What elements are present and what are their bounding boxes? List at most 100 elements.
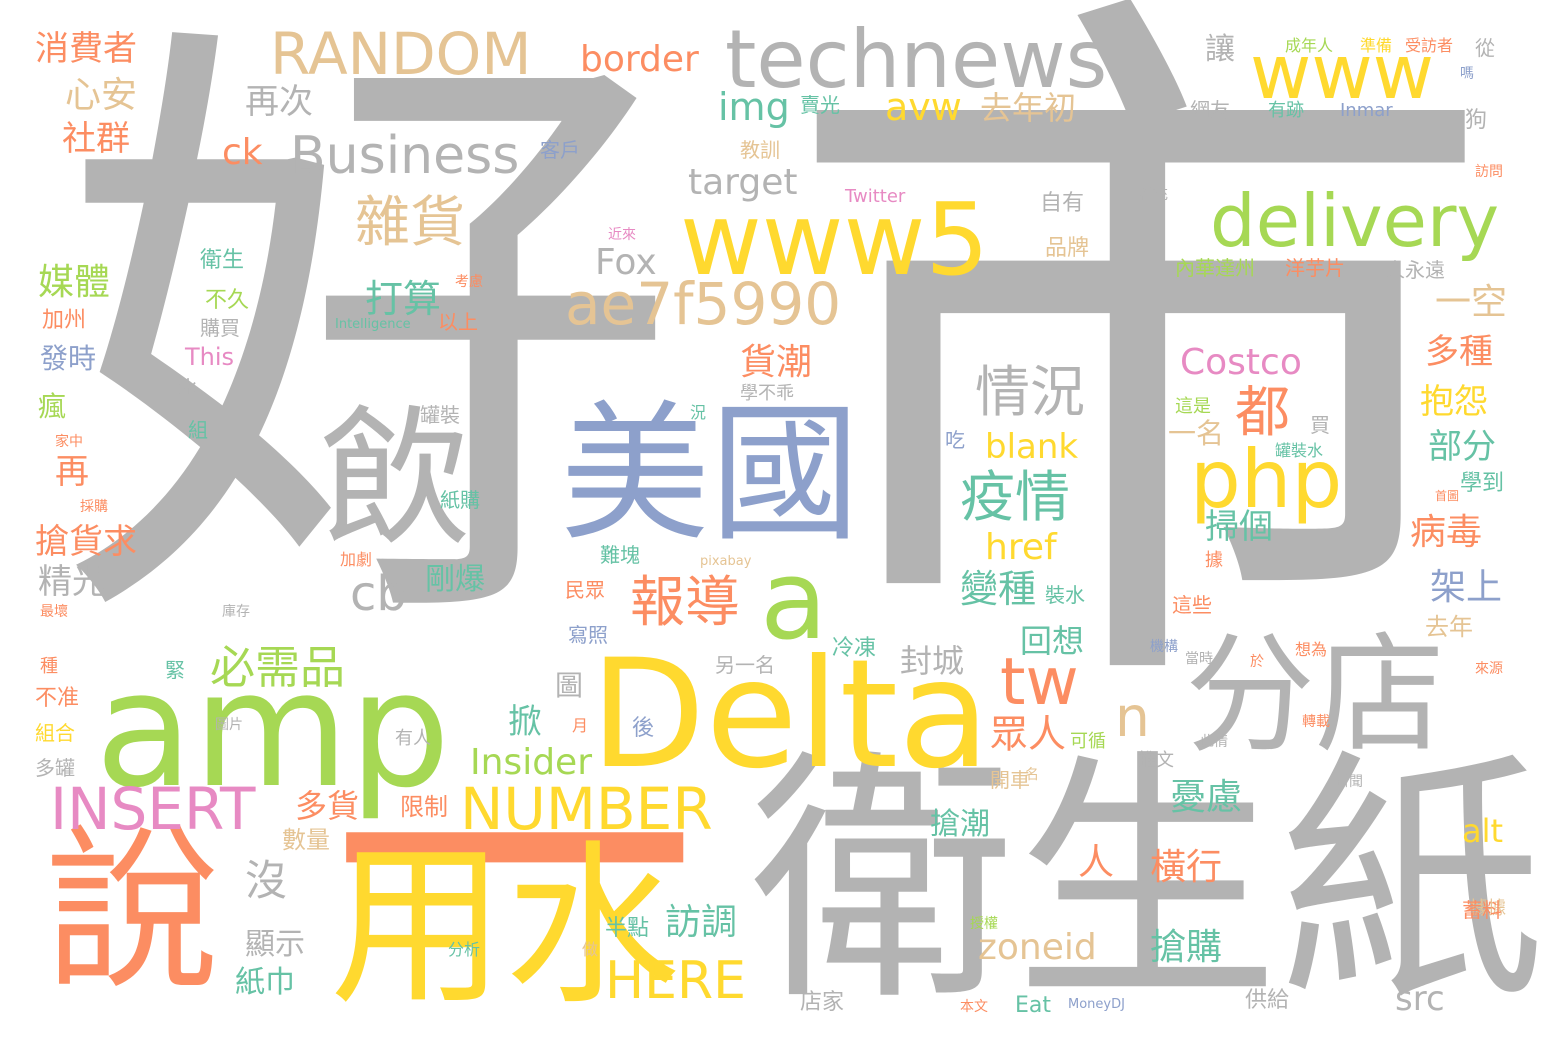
word-chips: 洋芋片 — [1285, 256, 1345, 280]
word-combo: 組合 — [35, 721, 75, 745]
word-forever: 人永遠 — [1385, 258, 1445, 282]
word-tight: 緊 — [165, 658, 185, 682]
word-intensify: 加劇 — [340, 550, 373, 569]
word-a-person: 一名 — [1168, 417, 1225, 450]
word-just-broke: 剛爆 — [425, 562, 485, 597]
word-usa: 美國 — [560, 388, 861, 562]
word-then: 當時 — [1185, 651, 1213, 667]
word-hygiene: 衛生 — [200, 248, 245, 273]
word-shelf: 架上 — [1430, 567, 1503, 608]
word-a: a — [760, 536, 828, 664]
word-drive: 開車 — [990, 768, 1030, 792]
word-plan: 打算 — [365, 277, 442, 321]
word-repost: 轉載 — [1302, 714, 1330, 730]
word-supply: 供給 — [1245, 988, 1290, 1013]
word-water-single: 水 — [178, 376, 198, 400]
word-all-gone: 精光 — [38, 562, 106, 602]
word-empty: 一空 — [1435, 282, 1508, 323]
word-re: 再 — [55, 452, 89, 492]
word-insider: Insider — [470, 742, 592, 783]
word-say: 說 — [45, 811, 220, 1014]
word-multi-can: 多罐 — [35, 756, 75, 780]
word-picture: 圖片 — [215, 717, 243, 733]
word-kind: 種 — [40, 656, 58, 677]
word-procure: 採購 — [80, 499, 108, 515]
word-sweep: 掃個 — [1205, 507, 1273, 547]
word-consumer: 消費者 — [35, 29, 137, 69]
word-this-is: 這是 — [1175, 396, 1211, 417]
word-zoneid: zoneid — [978, 927, 1097, 968]
word-adult: 成年人 — [1285, 36, 1334, 55]
word-canned-water: 罐裝水 — [1275, 441, 1324, 460]
word-at: 於 — [1250, 654, 1264, 670]
word-crazy: 瘋 — [38, 390, 67, 423]
word-do: 做 — [582, 940, 599, 959]
word-this: This — [185, 343, 235, 371]
word-learned: 學到 — [1460, 471, 1505, 496]
word-someone: 有人 — [395, 728, 431, 749]
word-target: target — [688, 162, 798, 203]
word-canned: 罐裝 — [420, 403, 460, 427]
word-various: 多種 — [1425, 332, 1493, 372]
word-show: 顯示 — [245, 927, 305, 962]
word-media: 媒體 — [38, 262, 111, 303]
word-grocery: 雜貨 — [355, 190, 466, 254]
word-dog: 狗 — [1465, 108, 1488, 133]
word-costco: Costco — [1180, 342, 1302, 383]
word-worst: 最壞 — [40, 604, 68, 620]
word-cloud: 好 市 衛生紙 一 美國 Delta amp 用水 說 飲 www5 分店 te… — [0, 0, 1548, 1052]
word-ae7f5990: ae7f5990 — [565, 270, 842, 338]
word-news: 新聞 — [1335, 774, 1363, 790]
word-kuang: 況 — [690, 403, 707, 422]
word-own: 自有 — [1040, 191, 1085, 216]
word-cb: cb — [350, 566, 407, 622]
word-visit: 訪問 — [1475, 164, 1503, 180]
word-public: 民眾 — [565, 578, 605, 602]
word-person: 人 — [1078, 842, 1115, 883]
word-panic-buy: 搶購 — [1150, 927, 1223, 968]
word-random: RANDOM — [270, 20, 532, 88]
word-brand: 品牌 — [1045, 236, 1090, 261]
word-cover-image: 首圖 — [1435, 489, 1460, 503]
word-limit: 限制 — [400, 793, 448, 821]
word-part: 部分 — [1428, 427, 1496, 467]
word-netizen: 網友 — [1190, 98, 1230, 122]
word-drink: 飲 — [320, 393, 471, 567]
word-water-fill: 裝水 — [1045, 583, 1085, 607]
word-delivery: delivery — [1210, 179, 1500, 263]
word-rush-wave: 搶潮 — [930, 807, 990, 842]
word-href: href — [985, 527, 1057, 568]
word-question: 嗎 — [1460, 66, 1474, 82]
word-tu: 圖 — [555, 669, 584, 702]
word-portrait: 寫照 — [568, 623, 608, 647]
word-again: 再次 — [245, 82, 313, 122]
word-eat: 吃 — [945, 428, 965, 452]
word-lift: 掀 — [508, 702, 542, 742]
word-tissue: 紙巾 — [235, 965, 295, 1000]
word-from: 從 — [1475, 36, 1495, 60]
word-recently: 近來 — [608, 227, 636, 243]
word-fox: Fox — [595, 242, 657, 283]
word-early-last-year: 去年初 — [980, 89, 1077, 127]
word-never-learn: 學不乖 — [740, 383, 794, 404]
word-followable: 可循 — [1070, 731, 1106, 752]
word-name: 名 — [1025, 767, 1039, 783]
word-report: 報導 — [630, 570, 741, 634]
word-n: n — [1115, 685, 1150, 749]
word-blank: blank — [985, 427, 1079, 467]
word-prepare: 準備 — [1360, 36, 1393, 55]
word-business: Business — [290, 126, 520, 186]
word-article: 本文 — [960, 999, 988, 1015]
word-these: 這些 — [1172, 593, 1212, 617]
word-intelligence: Intelligence — [335, 317, 411, 332]
word-after: 後 — [632, 716, 655, 741]
word-eat-en: Eat — [1015, 993, 1052, 1018]
word-rush: 貨潮 — [740, 342, 813, 383]
word-epidemic: 疫情 — [960, 465, 1071, 529]
word-border: border — [580, 39, 699, 80]
word-respondent: 受訪者 — [1405, 36, 1454, 55]
word-alt: alt — [1462, 812, 1504, 850]
word-buy-single: 買 — [1310, 413, 1330, 437]
word-twitter: Twitter — [845, 186, 906, 207]
word-nevada: 內華達州 — [1175, 256, 1255, 280]
